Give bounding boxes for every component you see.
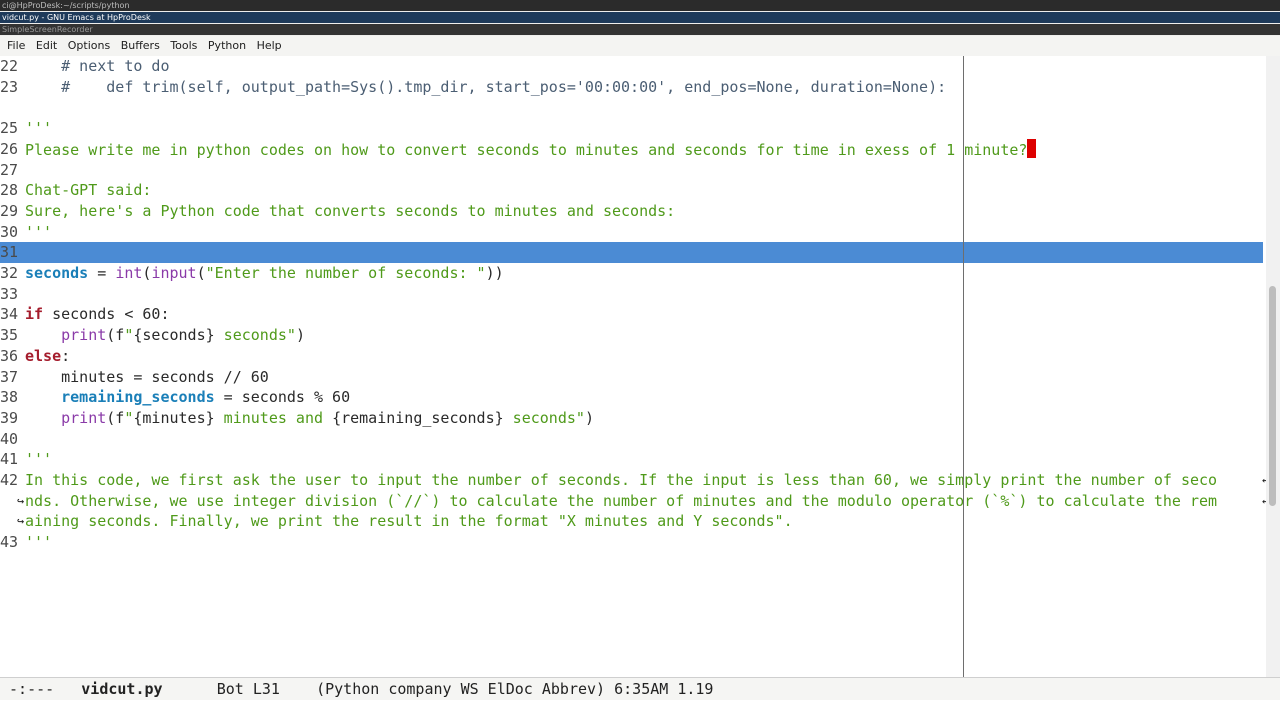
line-text: else: xyxy=(25,346,70,367)
line-text: if seconds < 60: xyxy=(25,304,170,325)
line-number: 41 xyxy=(0,450,19,469)
terminal-title: ci@HpProDesk:~/scripts/python xyxy=(2,1,130,10)
line-number: 22 xyxy=(0,57,19,75)
text-cursor xyxy=(1027,138,1037,158)
line-number: 37 xyxy=(0,367,19,386)
cursor-position: Bot L31 xyxy=(216,680,280,698)
menu-edit[interactable]: Edit xyxy=(36,39,57,52)
fstring-prefix: (f xyxy=(106,326,125,345)
line-text: Sure, here's a Python code that converts… xyxy=(25,201,676,220)
recorder-title: SimpleScreenRecorder xyxy=(2,25,93,34)
builtin-input: input xyxy=(151,264,197,282)
paren: ) xyxy=(295,326,305,345)
code-line-31-highlighted: 31 xyxy=(0,242,1263,263)
line-text: In this code, we first ask the user to i… xyxy=(25,471,1218,489)
builtin-print: print xyxy=(61,326,107,345)
line-number: 27 xyxy=(0,160,19,179)
menu-python[interactable]: Python xyxy=(208,39,246,52)
menu-buffers[interactable]: Buffers xyxy=(121,39,160,52)
fstring-field: {seconds} xyxy=(133,326,215,345)
terminal-title-bar: ci@HpProDesk:~/scripts/python xyxy=(0,0,1280,11)
line-text: ''' xyxy=(25,222,53,241)
line-number: 31 xyxy=(0,243,19,262)
line-number: 38 xyxy=(0,388,19,407)
emacs-title: vidcut.py - GNU Emacs at HpProDesk xyxy=(2,13,151,22)
line-text: ''' xyxy=(25,119,53,138)
menu-tools[interactable]: Tools xyxy=(170,39,197,52)
fstring-field: {remaining_seconds} xyxy=(332,408,504,427)
wrap-arrow-icon: ↪ xyxy=(17,514,25,529)
string-literal: "Enter the number of seconds: " xyxy=(205,264,486,282)
colon: : xyxy=(61,346,71,365)
line-number: 35 xyxy=(0,326,19,345)
line-text: ''' xyxy=(25,533,53,552)
keyword-if: if xyxy=(25,305,44,324)
line-text: Please write me in python codes on how t… xyxy=(25,138,1037,161)
builtin-print: print xyxy=(61,408,107,427)
line-number: 34 xyxy=(0,305,19,324)
line-text: print(f"{seconds} seconds") xyxy=(25,325,305,346)
expression: = seconds % 60 xyxy=(214,388,351,407)
line-text: nds. Otherwise, we use integer division … xyxy=(25,491,1218,510)
builtin-int: int xyxy=(115,264,143,282)
line-text: Chat-GPT said: xyxy=(25,181,152,200)
line-number: 42 xyxy=(0,471,19,489)
buffer-status: -:--- xyxy=(9,680,55,698)
line-number: 32 xyxy=(0,264,19,282)
line-text: minutes = seconds // 60 xyxy=(25,367,269,386)
line-number: 33 xyxy=(0,284,19,303)
paren: )) xyxy=(485,264,504,282)
mode-line: -:--- vidcut.py Bot L31 (Python company … xyxy=(0,677,1280,700)
prompt-text: Please write me in python codes on how t… xyxy=(25,140,1028,159)
string-literal: minutes and xyxy=(214,408,333,427)
menu-help[interactable]: Help xyxy=(257,39,282,52)
paren: ( xyxy=(196,264,206,282)
buffer-name[interactable]: vidcut.py xyxy=(81,680,162,698)
line-number: 25 xyxy=(0,119,19,138)
line-text: # def trim(self, output_path=Sys().tmp_d… xyxy=(25,77,947,96)
major-minor-modes[interactable]: (Python company WS ElDoc Abbrev) xyxy=(316,680,605,698)
fstring-field: {minutes} xyxy=(133,408,215,427)
line-text: # next to do xyxy=(25,57,170,75)
wrap-arrow-icon: ↪ xyxy=(17,493,25,508)
string-literal: seconds" xyxy=(214,326,296,345)
operator: = xyxy=(88,264,116,282)
line-number: 39 xyxy=(0,408,19,427)
editor-text-area[interactable]: 22 # next to do 23 # def trim(self, outp… xyxy=(0,56,1266,677)
clock-load: 6:35AM 1.19 xyxy=(614,680,714,698)
variable-name: remaining_seconds xyxy=(61,388,215,407)
menu-bar: File Edit Options Buffers Tools Python H… xyxy=(0,36,1280,57)
fstring-prefix: (f xyxy=(106,408,125,427)
line-text: print(f"{minutes} minutes and {remaining… xyxy=(25,408,594,429)
line-number: 36 xyxy=(0,346,19,365)
keyword-else: else xyxy=(25,346,62,365)
line-text: remaining_seconds = seconds % 60 xyxy=(25,387,350,408)
recorder-title-bar[interactable]: SimpleScreenRecorder xyxy=(0,24,1280,35)
string-literal: seconds" xyxy=(503,408,585,427)
fill-column-indicator xyxy=(963,56,964,677)
variable-name: seconds xyxy=(25,264,89,282)
line-number: 40 xyxy=(0,429,19,448)
line-number: 29 xyxy=(0,201,19,220)
menu-file[interactable]: File xyxy=(7,39,25,52)
line-number: 28 xyxy=(0,181,19,200)
scrollbar-thumb[interactable] xyxy=(1269,286,1276,506)
paren: ) xyxy=(584,408,594,427)
menu-options[interactable]: Options xyxy=(68,39,110,52)
line-number: 23 xyxy=(0,77,19,96)
emacs-title-bar[interactable]: vidcut.py - GNU Emacs at HpProDesk xyxy=(0,12,1280,23)
vertical-scrollbar[interactable] xyxy=(1266,56,1280,677)
minibuffer[interactable] xyxy=(0,700,1280,720)
line-number: 26 xyxy=(0,139,19,158)
line-number: 43 xyxy=(0,533,19,552)
line-number: 30 xyxy=(0,222,19,241)
line-text: aining seconds. Finally, we print the re… xyxy=(25,512,793,531)
line-text: ''' xyxy=(25,450,53,469)
condition: seconds < 60: xyxy=(43,305,170,324)
line-text: seconds = int(input("Enter the number of… xyxy=(25,263,504,284)
